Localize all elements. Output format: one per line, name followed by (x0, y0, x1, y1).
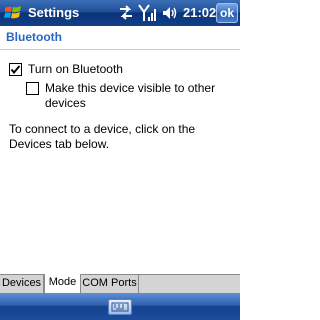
tab-com-ports[interactable]: COM Ports (81, 275, 139, 294)
divider (0, 49, 240, 50)
info-text: To connect to a device, click on the Dev… (9, 122, 196, 151)
ok-button[interactable]: ok (216, 3, 238, 23)
keyboard-icon[interactable] (108, 299, 132, 315)
tab-bar: Devices Mode COM Ports (0, 274, 240, 294)
page-title: Bluetooth (6, 30, 62, 44)
title-bar: Settings 21:02 ok (0, 0, 240, 26)
connectivity-icon[interactable] (118, 4, 134, 22)
visible-to-devices-label[interactable]: Make this device visible to other device… (45, 81, 230, 111)
soft-key-bar (0, 293, 240, 320)
tab-devices[interactable]: Devices (0, 275, 44, 294)
tab-mode[interactable]: Mode (44, 274, 81, 294)
windows-start-icon[interactable] (3, 3, 23, 23)
turn-on-bluetooth-label[interactable]: Turn on Bluetooth (28, 62, 123, 77)
turn-on-bluetooth-checkbox[interactable] (9, 63, 22, 76)
window-title: Settings (28, 5, 80, 20)
signal-icon[interactable] (138, 4, 158, 22)
volume-icon[interactable] (161, 4, 179, 22)
visible-to-devices-checkbox[interactable] (26, 82, 39, 95)
clock[interactable]: 21:02 (183, 5, 216, 20)
checkmark-icon (10, 65, 21, 75)
